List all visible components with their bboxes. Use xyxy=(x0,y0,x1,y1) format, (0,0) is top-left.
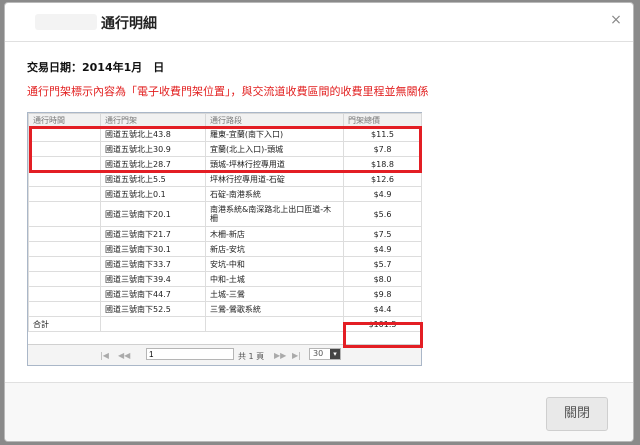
column-header-gantry[interactable]: 通行門架 xyxy=(100,113,206,127)
cell-time xyxy=(28,171,101,187)
cell-gantry: 國道三號南下44.7 xyxy=(100,286,206,302)
first-page-icon[interactable]: |◀ xyxy=(100,351,109,360)
next-page-icon[interactable]: ▶▶ xyxy=(274,351,286,360)
cell-amount: $5.6 xyxy=(343,201,422,227)
redacted-title-prefix xyxy=(35,14,97,30)
table-row[interactable]: 國道三號南下21.7 木柵-新店 $7.5 xyxy=(28,226,422,242)
last-page-icon[interactable]: ▶| xyxy=(292,351,301,360)
cell-amount: $4.4 xyxy=(343,301,422,317)
cell-section: 南港系統&南深路北上出口匝道-木柵 xyxy=(205,201,344,227)
cell-amount: $4.9 xyxy=(343,241,422,257)
close-icon[interactable]: × xyxy=(609,13,623,27)
table-row[interactable]: 國道三號南下33.7 安坑-中和 $5.7 xyxy=(28,256,422,272)
cell-gantry: 國道五號北上0.1 xyxy=(100,186,206,202)
table-row[interactable]: 國道三號南下20.1 南港系統&南深路北上出口匝道-木柵 $5.6 xyxy=(28,201,422,227)
cell-gantry: 國道三號南下39.4 xyxy=(100,271,206,287)
cell-gantry: 國道三號南下33.7 xyxy=(100,256,206,272)
cell-section: 木柵-新店 xyxy=(205,226,344,242)
table-row[interactable]: 國道三號南下39.4 中和-土城 $8.0 xyxy=(28,271,422,287)
dialog-title: 通行明細 xyxy=(101,16,157,32)
table-row[interactable]: 國道三號南下30.1 新店-安坑 $4.9 xyxy=(28,241,422,257)
cell-gantry: 國道三號南下30.1 xyxy=(100,241,206,257)
chevron-down-icon: ▾ xyxy=(330,349,340,359)
cell-gantry: 國道三號南下21.7 xyxy=(100,226,206,242)
table-header-row: 通行時間 通行門架 通行路段 門架總價 xyxy=(28,113,422,127)
cell-amount: $9.8 xyxy=(343,286,422,302)
transit-detail-dialog: 通行明細 × 交易日期：2014年1月 日 通行門架標示內容為「電子收費門架位置… xyxy=(4,2,634,442)
page-number-input[interactable] xyxy=(146,348,234,360)
cell-amount: $5.7 xyxy=(343,256,422,272)
column-header-time[interactable]: 通行時間 xyxy=(28,113,101,127)
table-row[interactable]: 國道五號北上0.1 石碇-南港系統 $4.9 xyxy=(28,186,422,202)
highlight-box-rows xyxy=(29,126,422,173)
cell-amount: $7.5 xyxy=(343,226,422,242)
prev-page-icon[interactable]: ◀◀ xyxy=(118,351,130,360)
cell-section: 石碇-南港系統 xyxy=(205,186,344,202)
cell-amount: $8.0 xyxy=(343,271,422,287)
cell-time xyxy=(28,256,101,272)
close-button[interactable]: 關閉 xyxy=(546,397,608,431)
table-row[interactable]: 國道三號南下52.5 三鶯-鶯歌系統 $4.4 xyxy=(28,301,422,317)
cell-section: 坪林行控專用道-石碇 xyxy=(205,171,344,187)
cell-section: 新店-安坑 xyxy=(205,241,344,257)
cell-gantry: 國道三號南下52.5 xyxy=(100,301,206,317)
total-pages-label: 共 1 頁 xyxy=(238,352,265,361)
cell-section: 中和-土城 xyxy=(205,271,344,287)
cell-time xyxy=(28,286,101,302)
cell-section: 三鶯-鶯歌系統 xyxy=(205,301,344,317)
cell-time xyxy=(28,241,101,257)
highlight-box-total xyxy=(343,322,423,348)
dialog-titlebar: 通行明細 × xyxy=(5,3,633,42)
column-header-amount[interactable]: 門架總價 xyxy=(343,113,422,127)
page-size-select[interactable]: 30 ▾ xyxy=(309,348,341,360)
cell-time xyxy=(28,201,101,227)
table-row[interactable]: 國道三號南下44.7 土城-三鶯 $9.8 xyxy=(28,286,422,302)
cell-amount: $12.6 xyxy=(343,171,422,187)
cell-time xyxy=(28,271,101,287)
cell-section: 安坑-中和 xyxy=(205,256,344,272)
cell-gantry: 國道三號南下20.1 xyxy=(100,201,206,227)
total-label: 合計 xyxy=(28,316,101,332)
cell-time xyxy=(28,186,101,202)
cell-time xyxy=(28,226,101,242)
cell-time xyxy=(28,301,101,317)
cell-amount: $4.9 xyxy=(343,186,422,202)
gantry-notice: 通行門架標示內容為「電子收費門架位置」，與交流道收費區間的收費里程並無關係 xyxy=(27,85,429,98)
page-size-value: 30 xyxy=(313,349,324,358)
trade-date: 交易日期：2014年1月 日 xyxy=(27,61,165,74)
cell-gantry: 國道五號北上5.5 xyxy=(100,171,206,187)
dialog-footer: 關閉 xyxy=(5,382,633,441)
table-row[interactable]: 國道五號北上5.5 坪林行控專用道-石碇 $12.6 xyxy=(28,171,422,187)
column-header-section[interactable]: 通行路段 xyxy=(205,113,344,127)
cell-section: 土城-三鶯 xyxy=(205,286,344,302)
